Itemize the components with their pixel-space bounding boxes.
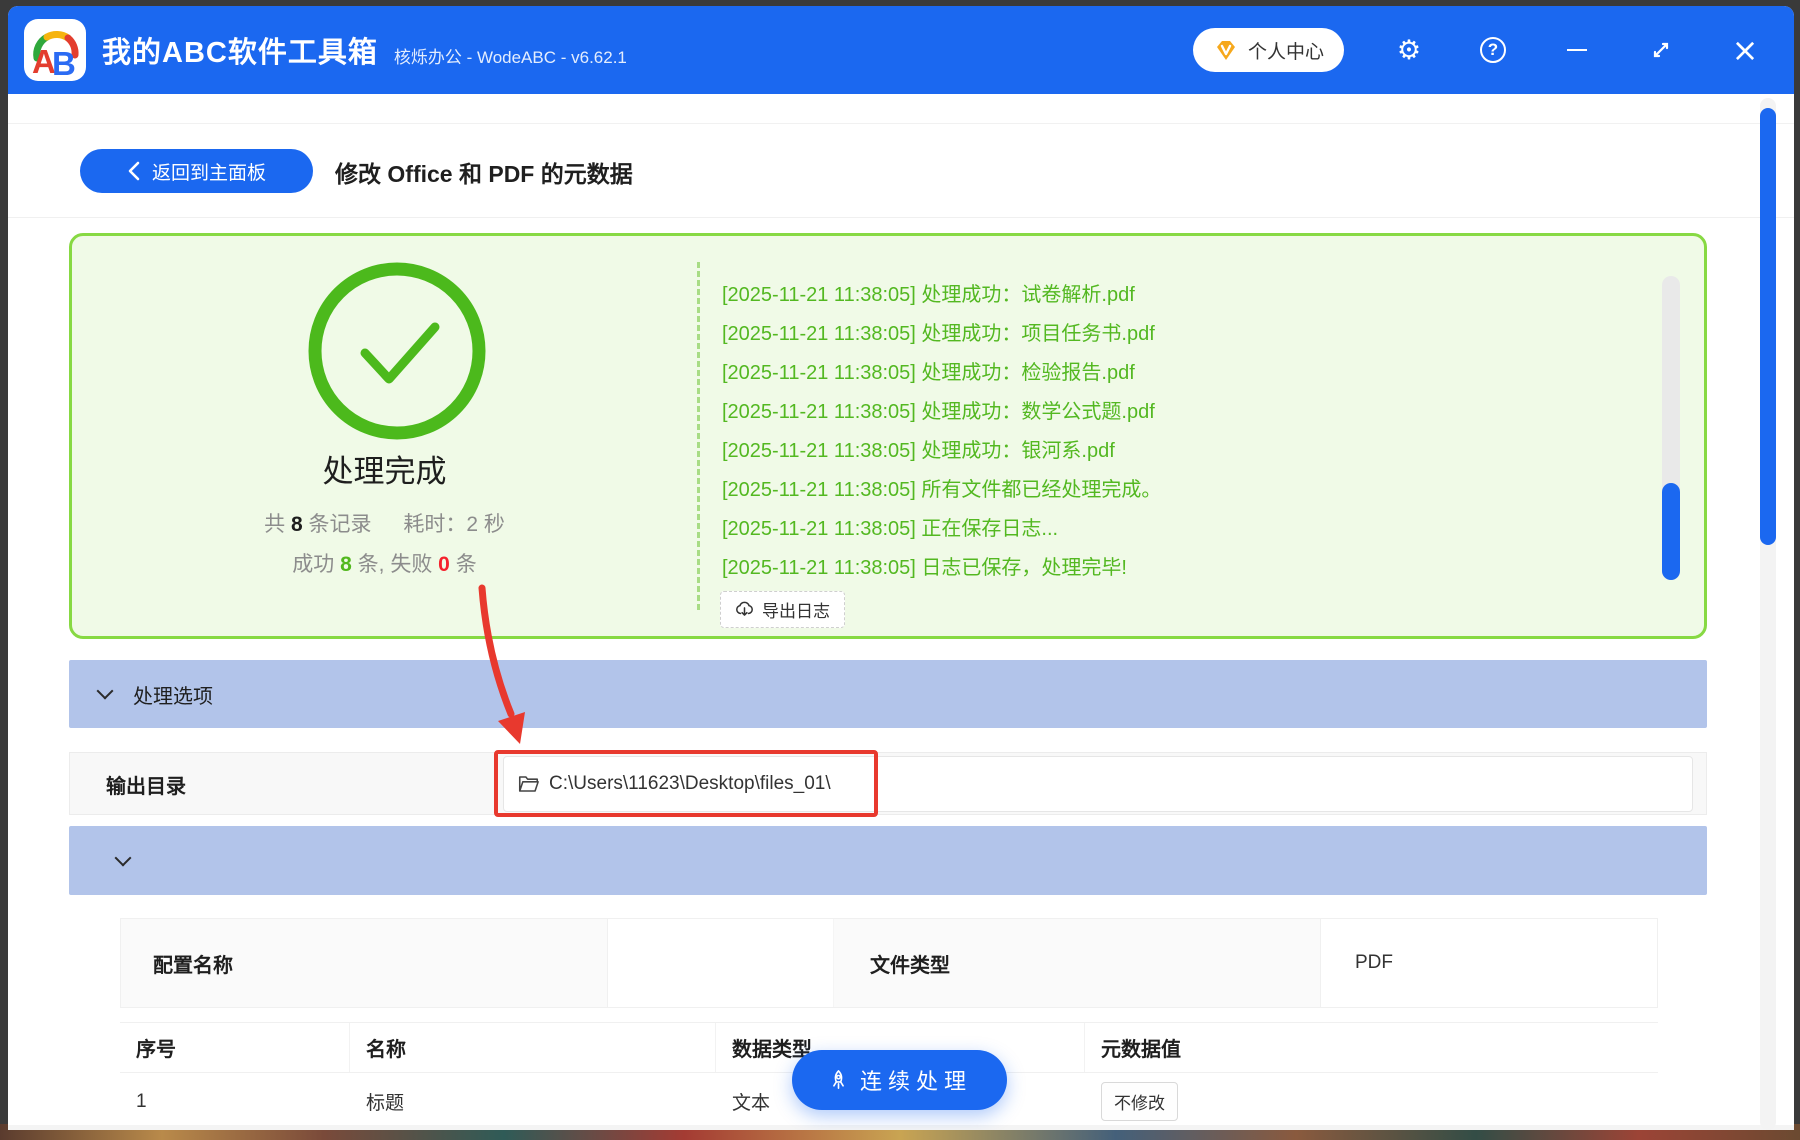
config-name-label: 配置名称 [153,954,233,977]
close-button[interactable]: × [1726,31,1764,69]
help-icon: ? [1480,37,1506,63]
chevron-down-icon [96,682,114,700]
config-name-value-cell[interactable] [608,919,834,1007]
chevron-left-icon [128,161,140,181]
output-dir-row: 输出目录 C:\Users\11623\Desktop\files_01\ [69,752,1707,815]
config-summary-row: 配置名称 文件类型 PDF [120,918,1658,1008]
section-title: 处理选项 [133,685,213,708]
divider-line [8,123,1794,124]
stat-total-suffix: 条记录 [308,513,372,536]
minimize-icon [1567,48,1587,52]
file-type-value: PDF [1355,952,1393,973]
help-button[interactable]: ? [1474,31,1512,69]
no-modify-chip[interactable]: 不修改 [1101,1082,1178,1121]
chevron-down-icon [114,849,132,866]
result-summary: 处理完成 共 8 条记录 耗时：2 秒 成功 8 条, 失败 0 条 [72,236,697,636]
dashed-divider [697,262,700,610]
stat-fail-count: 0 [438,553,450,576]
maximize-button[interactable] [1642,31,1680,69]
log-line: [2025-11-21 11:38:05] 处理成功：检验报告.pdf [722,362,1135,384]
main-scrollbar-thumb[interactable] [1760,108,1776,545]
log-line: [2025-11-21 11:38:05] 处理成功：试卷解析.pdf [722,284,1135,306]
row-index: 1 [136,1090,147,1112]
export-log-button[interactable]: 导出日志 [720,591,845,628]
cloud-download-icon [736,601,753,616]
close-icon: × [1731,31,1759,69]
stat-success-prefix: 成功 [292,553,335,576]
record-stats: 共 8 条记录 耗时：2 秒 [72,508,697,538]
log-line: [2025-11-21 11:38:05] 处理成功：数学公式题.pdf [722,401,1155,423]
log-line: [2025-11-21 11:38:05] 正在保存日志... [722,518,1059,540]
table-header-name: 名称 [350,1023,716,1072]
log-line: [2025-11-21 11:38:05] 所有文件都已经处理完成。 [722,479,1162,501]
settings-button[interactable]: ⚙ [1390,31,1428,69]
titlebar: A B 我的ABC软件工具箱 核烁办公 - WodeABC - v6.62.1 … [8,6,1794,94]
user-center-label: 个人中心 [1247,41,1324,63]
table-header-index: 序号 [120,1023,350,1072]
status-text: 处理完成 [322,454,447,489]
minimize-button[interactable] [1558,31,1596,69]
app-title: 我的ABC软件工具箱 [102,37,378,69]
window-bottom-strip [8,1125,1794,1130]
section-header-config[interactable] [69,826,1707,895]
continue-process-button[interactable]: 连续处理 [792,1050,1007,1110]
log-list: [2025-11-21 11:38:05] 处理成功：试卷解析.pdf [202… [722,276,1652,588]
back-to-main-button[interactable]: 返回到主面板 [80,149,313,193]
row-name: 标题 [366,1093,405,1114]
file-type-label: 文件类型 [870,954,950,977]
stat-total-count: 8 [290,513,303,536]
log-scrollbar-thumb[interactable] [1662,483,1680,580]
gear-icon: ⚙ [1396,34,1422,66]
stat-success-count: 8 [340,553,352,576]
config-name-label-cell: 配置名称 [121,919,608,1007]
success-fail-stats: 成功 8 条, 失败 0 条 [72,548,697,578]
stat-total-prefix: 共 [264,513,286,536]
app-window: A B 我的ABC软件工具箱 核烁办公 - WodeABC - v6.62.1 … [8,6,1794,1130]
app-logo: A B [24,19,86,81]
section-header-options[interactable]: 处理选项 [69,660,1707,728]
stat-elapsed: 耗时：2 秒 [403,513,505,536]
output-dir-value: C:\Users\11623\Desktop\files_01\ [549,773,831,794]
log-line: [2025-11-21 11:38:05] 处理成功：项目任务书.pdf [722,323,1155,345]
resize-icon [1653,42,1669,58]
rocket-icon [833,1069,844,1089]
log-line: [2025-11-21 11:38:05] 日志已保存，处理完毕! [722,557,1127,579]
success-check-icon [308,262,486,440]
log-line: [2025-11-21 11:38:05] 处理成功：银河系.pdf [722,440,1115,462]
back-button-label: 返回到主面板 [151,162,266,184]
log-scrollbar-track[interactable] [1662,276,1680,580]
table-header-value: 元数据值 [1101,1039,1181,1061]
titlebar-controls: 个人中心 ⚙ ? × [1192,28,1764,72]
file-type-value-cell[interactable]: PDF [1321,919,1657,1007]
stat-middle: 条, 失败 [357,553,433,576]
folder-open-icon [518,776,539,792]
user-center-button[interactable]: 个人中心 [1192,28,1344,72]
app-subtitle: 核烁办公 - WodeABC - v6.62.1 [393,47,627,67]
app-logo-icon: A B [32,31,79,78]
page-title: 修改 Office 和 PDF 的元数据 [335,161,633,187]
stat-fail-suffix: 条 [455,553,477,576]
main-scrollbar-track[interactable] [1760,98,1776,1130]
row-value-cell: 不修改 [1085,1073,1658,1130]
output-dir-label: 输出目录 [106,776,186,798]
export-log-label: 导出日志 [762,602,830,621]
page-header: 返回到主面板 修改 Office 和 PDF 的元数据 [8,143,1794,218]
svg-text:B: B [52,45,76,78]
vip-gem-icon [1216,41,1235,60]
output-dir-field[interactable]: C:\Users\11623\Desktop\files_01\ [503,756,1693,812]
result-panel: 处理完成 共 8 条记录 耗时：2 秒 成功 8 条, 失败 0 条 [2025… [69,233,1707,639]
continue-process-label: 连续处理 [859,1069,972,1094]
file-type-label-cell: 文件类型 [834,919,1321,1007]
